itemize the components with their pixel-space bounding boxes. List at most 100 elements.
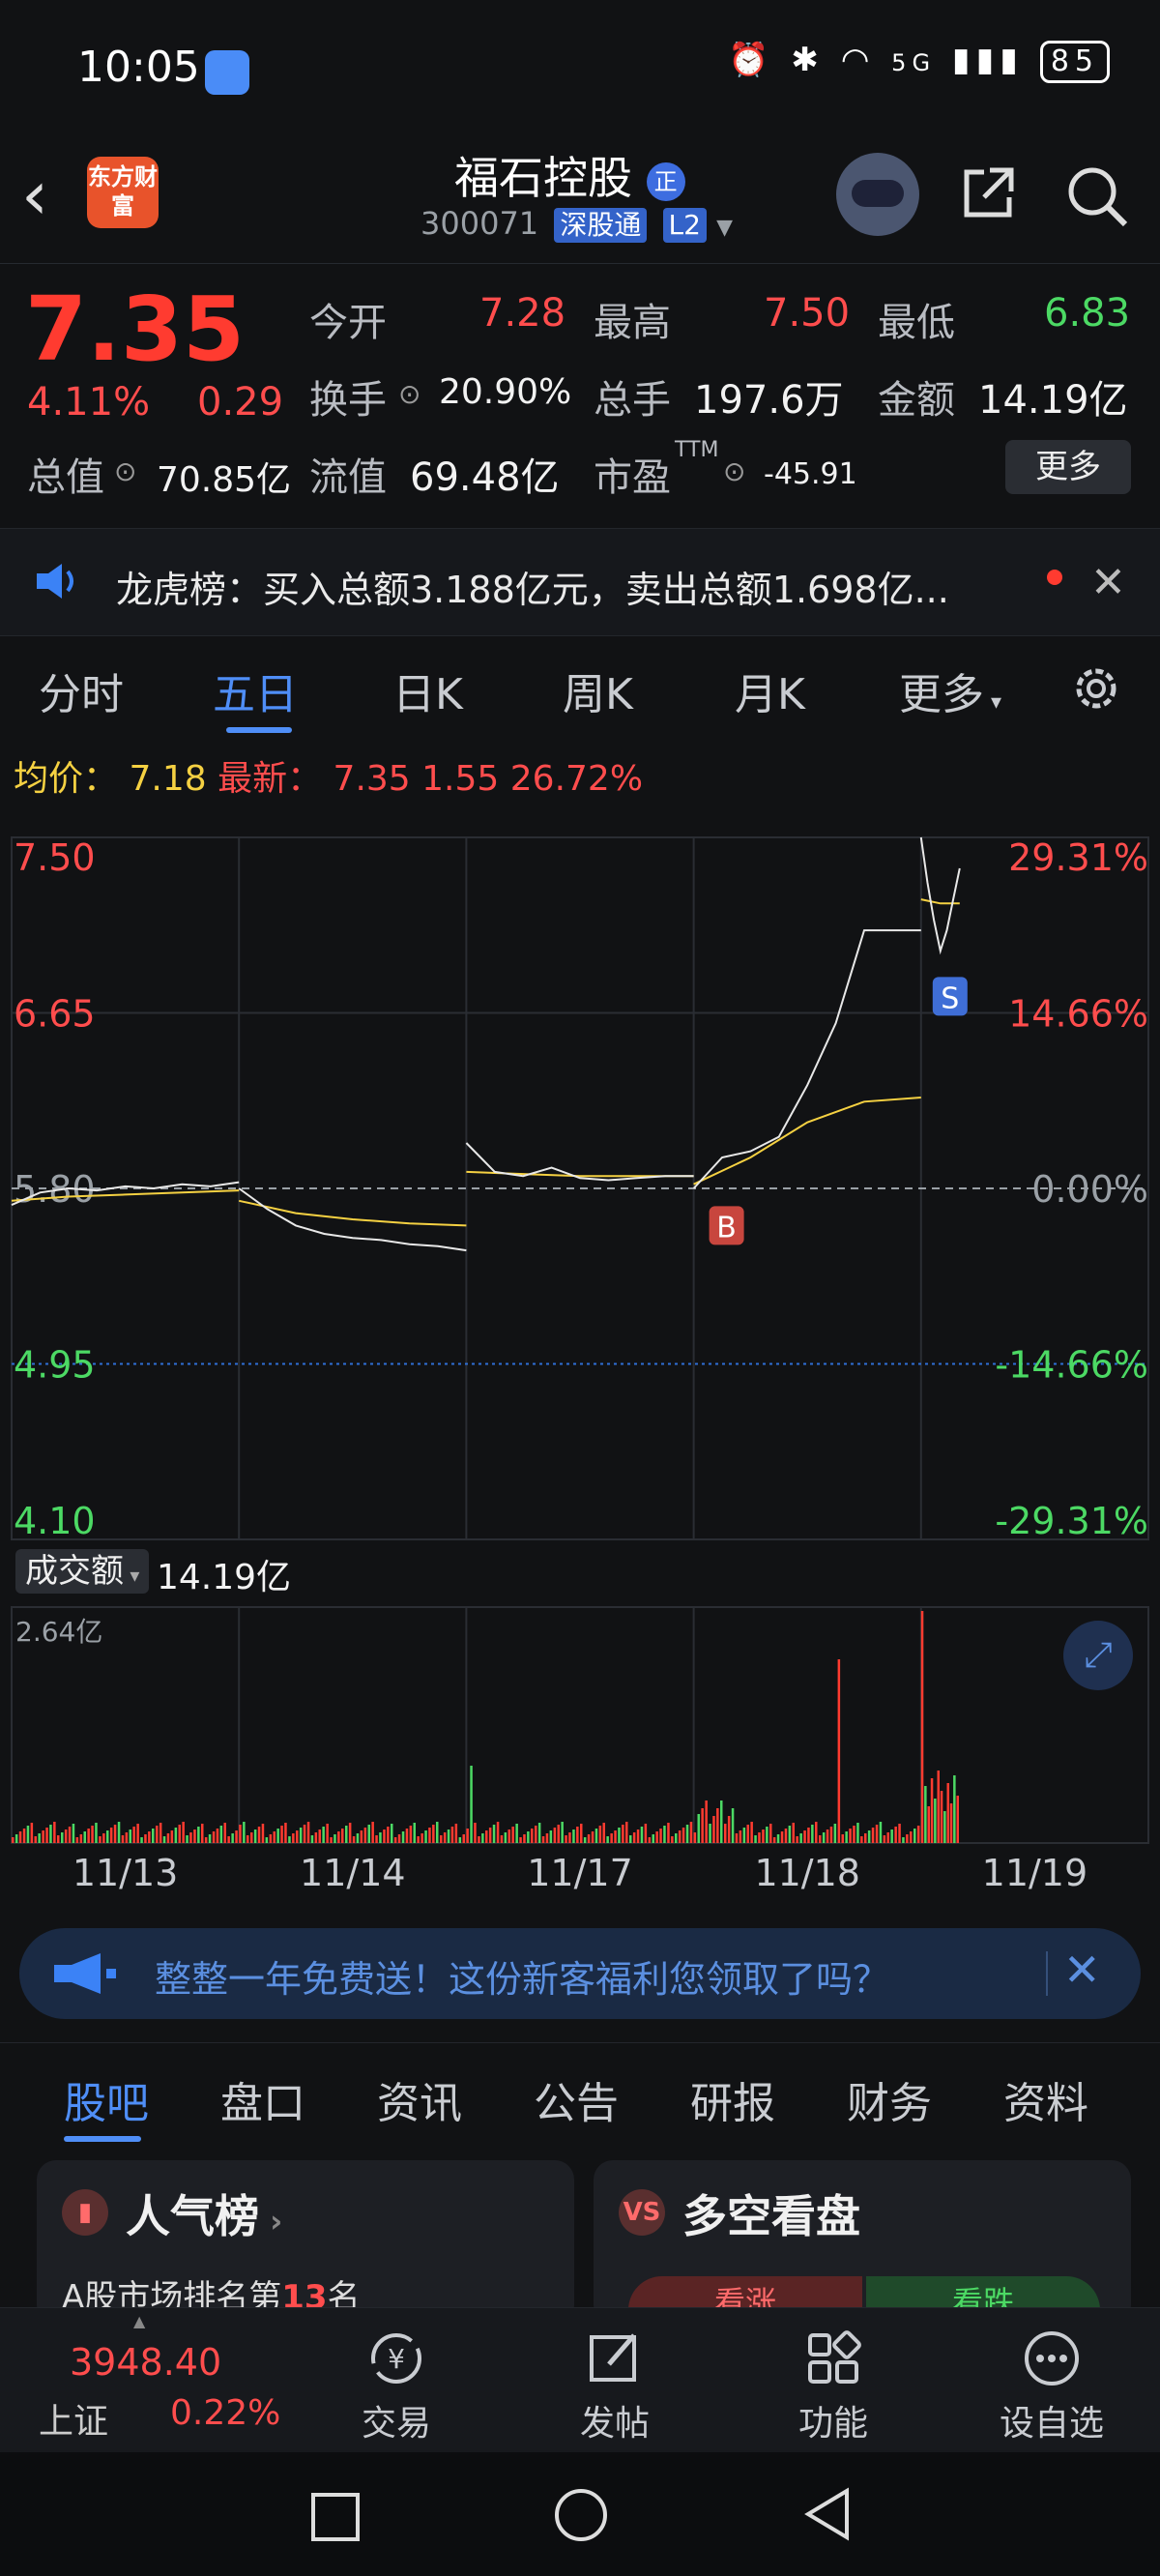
index-widget[interactable]: ▲ 3948.40 上证 0.22%: [0, 2308, 290, 2453]
stock-name: 福石控股 正: [454, 143, 685, 207]
volume-bar: [648, 1837, 652, 1843]
post-button[interactable]: 发帖: [537, 2327, 692, 2445]
dragon-tiger-text[interactable]: 龙虎榜：买入总额3.188亿元，卖出总额1.698亿...: [116, 560, 1005, 613]
tab-daily-k[interactable]: 日K: [392, 659, 463, 721]
volume-bar: [720, 1800, 723, 1843]
avg-price-line: [693, 1097, 921, 1186]
tab-more[interactable]: 更多 ▾: [899, 659, 1001, 721]
volume-bar: [401, 1831, 405, 1843]
volume-bar: [140, 1837, 143, 1843]
volume-bar: [26, 1826, 30, 1843]
tab-profile[interactable]: 资料: [1003, 2068, 1088, 2130]
volume-bar: [22, 1829, 26, 1843]
svg-text:¥: ¥: [388, 2343, 405, 2375]
add-watchlist-button[interactable]: 设自选: [974, 2327, 1129, 2445]
settings-gear-icon[interactable]: [1067, 659, 1125, 717]
info-icon[interactable]: ⊙: [723, 455, 745, 487]
volume-bar: [14, 1834, 18, 1843]
share-icon[interactable]: [957, 162, 1019, 224]
close-icon[interactable]: ✕: [1063, 1944, 1101, 1996]
volume-bar: [360, 1830, 363, 1843]
volume-bar: [383, 1830, 386, 1843]
promo-banner[interactable]: 整整一年免费送！这份新客福利您领取了吗？ ✕: [19, 1928, 1141, 2019]
turnover-label: 换手: [309, 378, 387, 423]
info-tabs: 股吧 盘口 资讯 公告 研报 财务 资料: [0, 2042, 1160, 2150]
search-icon[interactable]: [1063, 162, 1131, 230]
tab-weekly-k[interactable]: 周K: [563, 659, 633, 721]
volume-bar: [568, 1832, 571, 1843]
app-logo[interactable]: 东方财富: [87, 157, 159, 228]
volume-bar: [212, 1831, 216, 1843]
volume-bar: [727, 1816, 731, 1843]
divider: [1046, 1951, 1048, 1996]
assistant-robot-icon[interactable]: [836, 153, 919, 236]
y-axis-right-label: 14.66%: [1008, 993, 1148, 1036]
volume-bar: [553, 1828, 557, 1843]
tab-pankou[interactable]: 盘口: [220, 2068, 305, 2130]
unread-dot: [1047, 570, 1062, 585]
info-icon[interactable]: ⊙: [398, 378, 420, 410]
volume-plot-frame: [11, 1606, 1149, 1844]
volume-bar: [523, 1834, 526, 1843]
trade-button[interactable]: ¥ 交易: [319, 2327, 474, 2445]
expand-icon[interactable]: ⤢: [1063, 1621, 1133, 1690]
volume-bar: [75, 1837, 79, 1843]
longshort-title: 多空看盘: [682, 2190, 860, 2242]
status-icons: ⏰ ✱ ◠ 5G ▮▮▮ 85: [728, 41, 1110, 83]
tab-finance[interactable]: 财务: [847, 2068, 932, 2130]
dropdown-triangle-icon[interactable]: ▼: [716, 216, 733, 240]
back-triangle-icon[interactable]: [802, 2487, 853, 2541]
volume-bar: [956, 1796, 959, 1843]
volume-bar: [735, 1833, 739, 1843]
functions-button[interactable]: 功能: [756, 2327, 911, 2445]
volume-bar: [144, 1834, 147, 1843]
volume-bar: [504, 1832, 508, 1843]
more-button[interactable]: 更多: [1005, 440, 1131, 494]
recent-apps-button[interactable]: [311, 2493, 360, 2541]
volume-bar: [166, 1833, 170, 1843]
volume-bar: [345, 1826, 348, 1843]
volume-bar: [152, 1829, 155, 1843]
volume-bar: [197, 1827, 200, 1843]
tab-five-day[interactable]: 五日: [213, 659, 298, 721]
chevron-right-icon: ›: [259, 2203, 283, 2239]
index-percent: 0.22%: [170, 2393, 281, 2433]
volume-bar: [716, 1808, 719, 1843]
volume-bar: [326, 1824, 329, 1843]
volume-selector[interactable]: 成交额 ▾: [15, 1549, 150, 1594]
mktcap-value: 70.85亿: [157, 460, 292, 500]
long-short-card[interactable]: VS 多空看盘 看涨 看跌: [594, 2160, 1131, 2325]
tab-intraday[interactable]: 分时: [39, 659, 124, 721]
volume-bar: [156, 1826, 159, 1843]
chart-svg[interactable]: 7.50 29.31%6.65 14.66%5.80 0.00%4.95 -14.66%…: [0, 803, 1160, 1895]
connect-tag: 深股通: [554, 208, 648, 243]
buy-marker-label: B: [716, 1211, 737, 1244]
volume-bar: [655, 1831, 658, 1843]
info-icon[interactable]: ⊙: [114, 455, 136, 487]
index-name: 上证: [39, 2402, 109, 2442]
tab-news[interactable]: 资讯: [377, 2068, 462, 2130]
volume-bar: [117, 1822, 121, 1843]
volume-bar: [819, 1835, 822, 1843]
volume-bar: [629, 1835, 632, 1843]
tab-announcement[interactable]: 公告: [534, 2068, 619, 2130]
dragon-tiger-banner[interactable]: 龙虎榜：买入总额3.188亿元，卖出总额1.698亿... ✕: [0, 528, 1160, 636]
popularity-card[interactable]: ▮ 人气榜 › A股市场排名第13名: [37, 2160, 574, 2325]
x-axis-date-label: 11/18: [754, 1852, 860, 1894]
volume-bar: [769, 1824, 772, 1843]
verified-badge: 正: [646, 161, 685, 201]
grid-apps-icon: [808, 2330, 861, 2384]
tab-guba[interactable]: 股吧: [64, 2068, 149, 2130]
volume-bar: [125, 1832, 129, 1843]
close-icon[interactable]: ✕: [1090, 558, 1126, 607]
home-button[interactable]: [555, 2489, 607, 2541]
volume-bar: [269, 1834, 273, 1843]
five-day-chart[interactable]: 7.50 29.31% 6.65 14.66% 5.80 0.00% 4.95 -14.66%…: [0, 803, 1160, 1895]
volume-bar: [159, 1823, 162, 1843]
promo-text[interactable]: 整整一年免费送！这份新客福利您领取了吗？: [155, 1949, 889, 2003]
back-arrow-icon[interactable]: ‹: [21, 157, 79, 234]
volume-bar: [731, 1808, 735, 1843]
volume-bar: [129, 1830, 131, 1843]
tab-monthly-k[interactable]: 月K: [735, 659, 805, 721]
tab-research[interactable]: 研报: [690, 2068, 775, 2130]
